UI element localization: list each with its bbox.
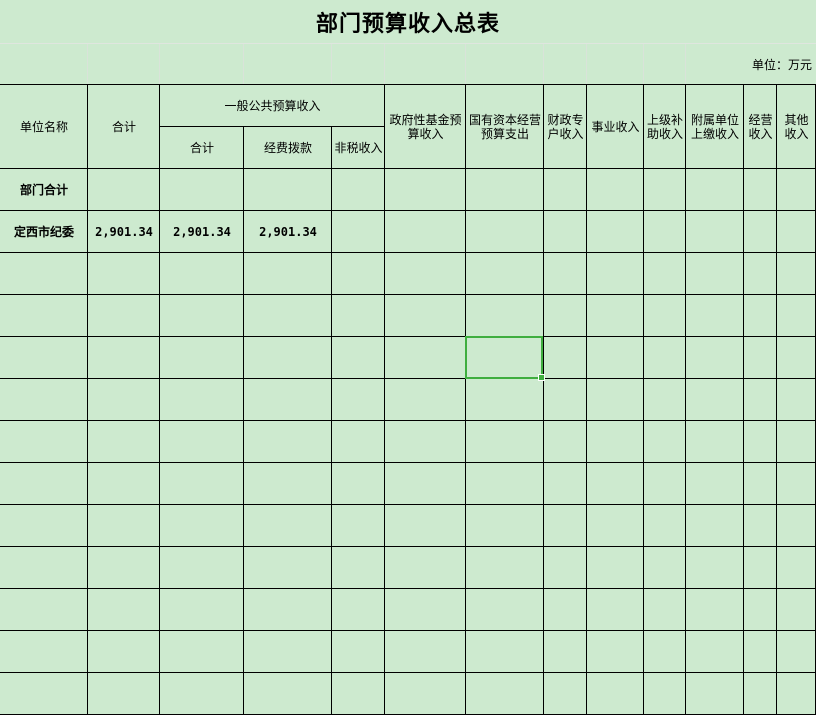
header-general-funding[interactable]: 经费拨款 (244, 127, 332, 169)
header-unit-name[interactable]: 单位名称 (0, 85, 88, 169)
fill-handle[interactable] (538, 374, 545, 381)
header-general-budget[interactable]: 一般公共预算收入 (160, 85, 385, 127)
header-affiliated[interactable]: 附属单位上缴收入 (686, 85, 744, 169)
header-gov-fund[interactable]: 政府性基金预算收入 (385, 85, 466, 169)
header-business[interactable]: 事业收入 (587, 85, 644, 169)
selected-cell[interactable] (465, 336, 545, 381)
row-general-total[interactable]: 2,901.34 (160, 211, 244, 253)
header-total[interactable]: 合计 (88, 85, 160, 169)
header-state-capital[interactable]: 国有资本经营预算支出 (466, 85, 544, 169)
header-general-nontax[interactable]: 非税收入 (332, 127, 385, 169)
row-general-funding[interactable]: 2,901.34 (244, 211, 332, 253)
header-operating[interactable]: 经营收入 (744, 85, 777, 169)
row-general-funding[interactable] (244, 169, 332, 211)
header-other[interactable]: 其他收入 (777, 85, 816, 169)
row-total[interactable]: 2,901.34 (88, 211, 160, 253)
row-total[interactable] (88, 169, 160, 211)
header-superior-subsidy[interactable]: 上级补助收入 (644, 85, 686, 169)
spreadsheet-sheet[interactable]: 部门预算收入总表 单位：万元 单位名称 合计 一般公共预算收入 合计 经费拨款 … (0, 0, 816, 715)
header-fiscal-special[interactable]: 财政专户收入 (544, 85, 587, 169)
row-name[interactable]: 部门合计 (0, 169, 88, 211)
header-general-total[interactable]: 合计 (160, 127, 244, 169)
row-name[interactable]: 定西市纪委 (0, 211, 88, 253)
row-general-total[interactable] (160, 169, 244, 211)
